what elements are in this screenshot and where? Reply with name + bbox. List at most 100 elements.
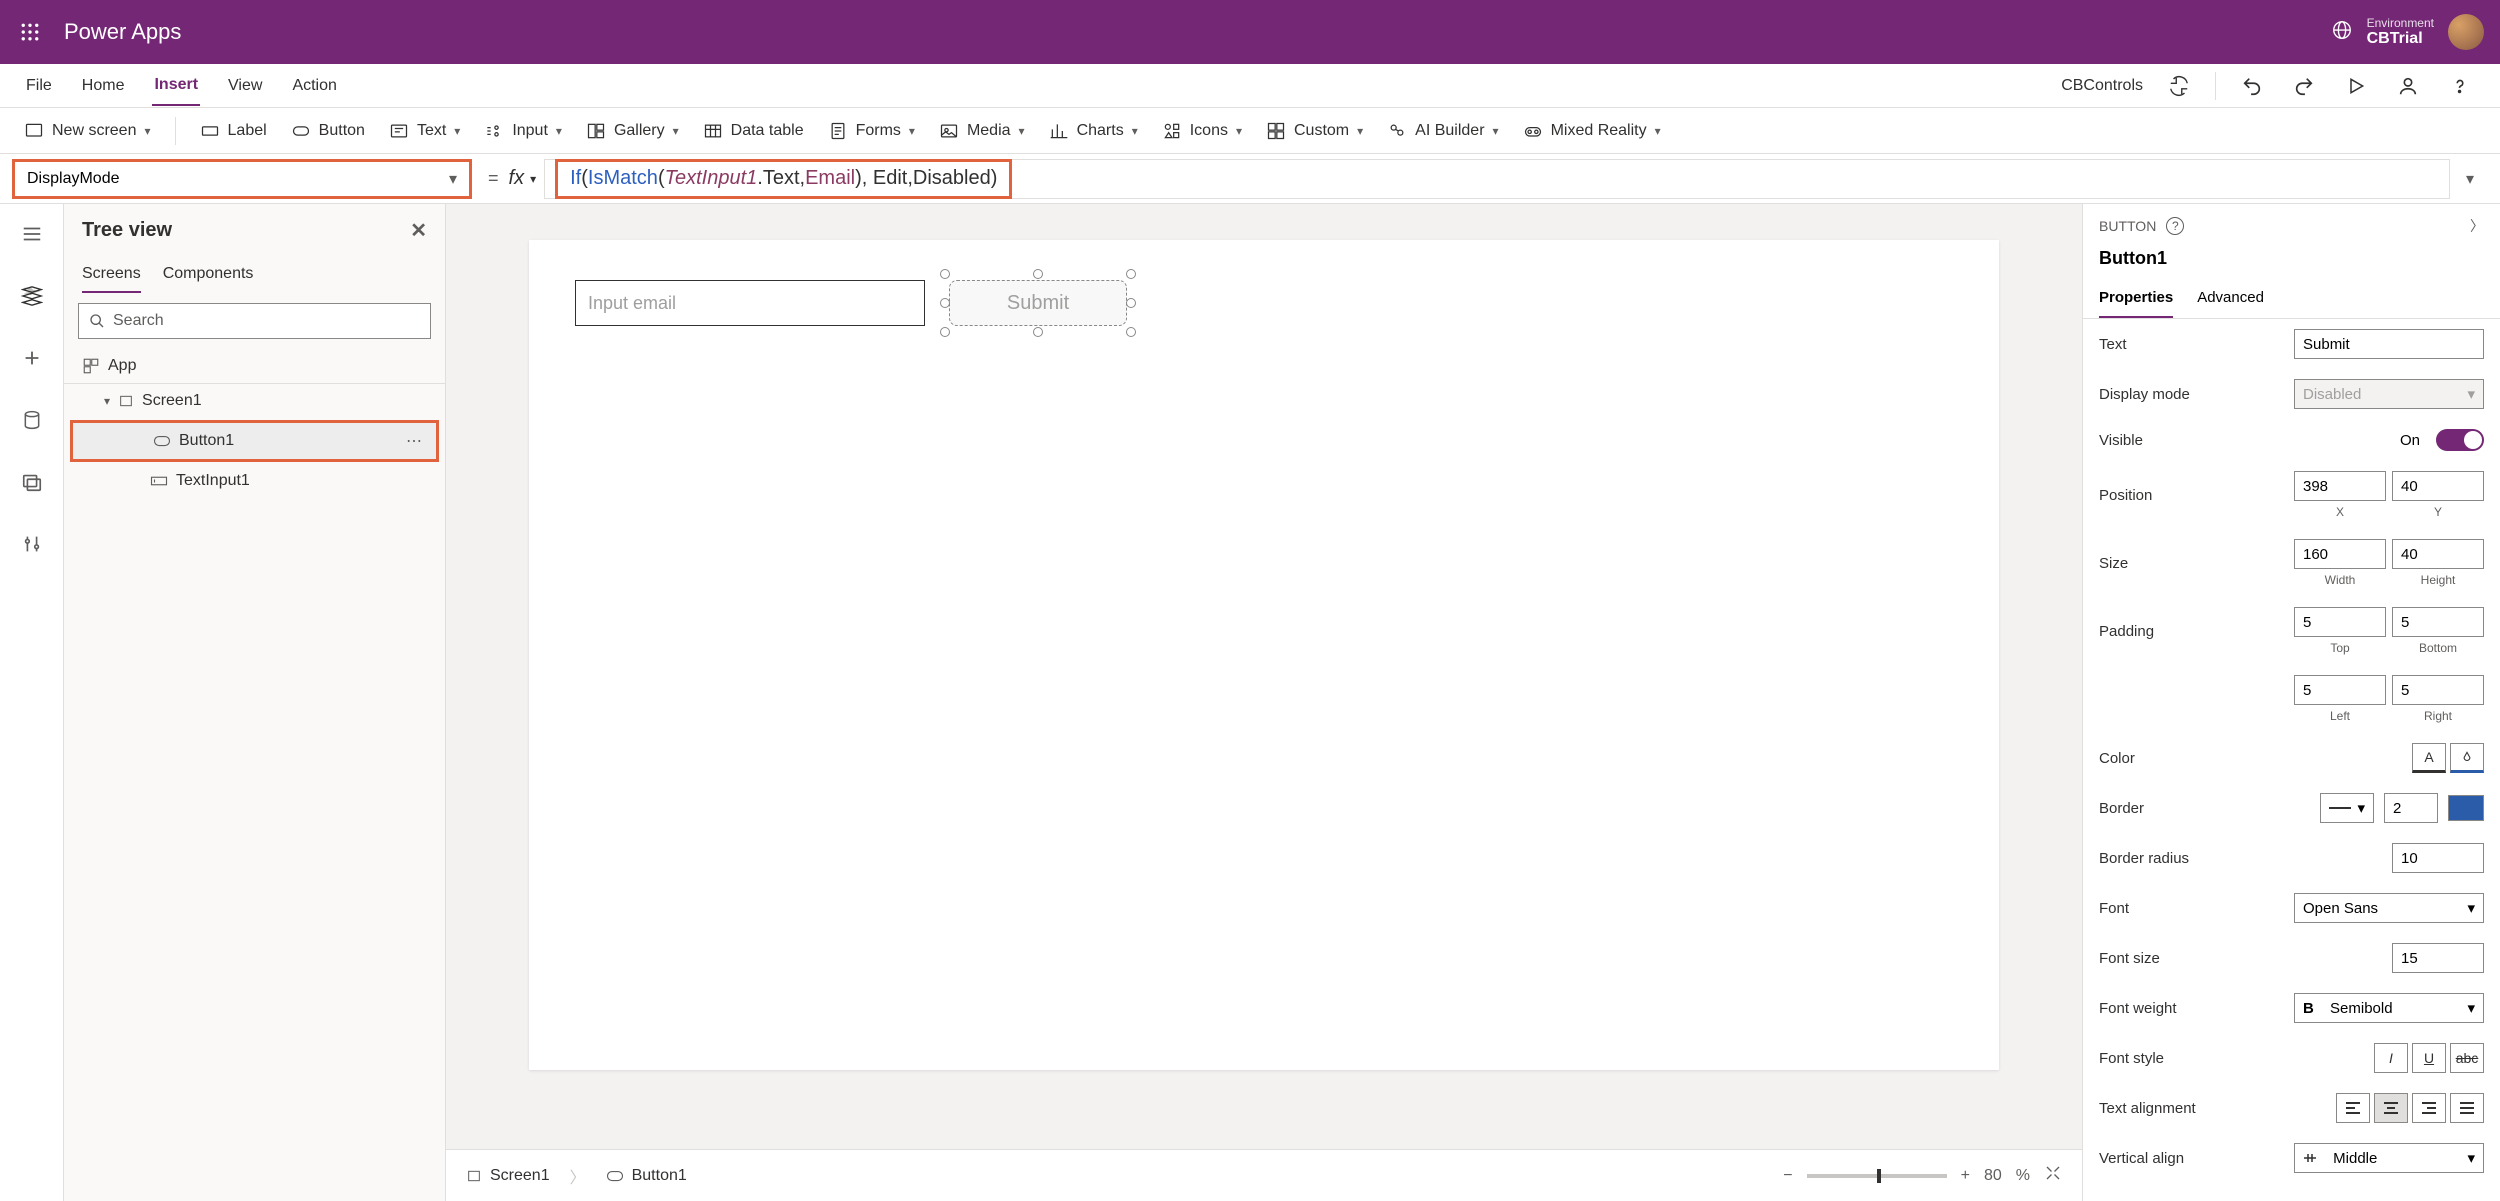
zoom-out-icon[interactable]: − (1783, 1167, 1792, 1185)
expand-formula-icon[interactable]: ▾ (2450, 169, 2490, 189)
menu-action[interactable]: Action (290, 67, 338, 105)
prop-position-x[interactable] (2294, 471, 2386, 501)
insert-aibuilder-button[interactable]: AI Builder▾ (1387, 121, 1498, 141)
share-icon[interactable] (2392, 70, 2424, 102)
expand-panel-icon[interactable]: 〉 (2470, 216, 2484, 236)
play-icon[interactable] (2340, 70, 2372, 102)
ribbon-forms: Forms (856, 122, 901, 140)
italic-button[interactable]: I (2374, 1043, 2408, 1073)
app-title: Power Apps (64, 19, 181, 45)
align-justify-button[interactable] (2450, 1093, 2484, 1123)
tab-advanced[interactable]: Advanced (2197, 279, 2264, 318)
email-input-control[interactable]: Input email (575, 280, 925, 326)
insert-mixedreality-button[interactable]: Mixed Reality▾ (1523, 121, 1661, 141)
redo-icon[interactable] (2288, 70, 2320, 102)
prop-valign-label: Vertical align (2099, 1150, 2284, 1167)
waffle-icon[interactable] (16, 18, 44, 46)
insert-icons-button[interactable]: Icons▾ (1162, 121, 1242, 141)
prop-padding-bottom[interactable] (2392, 607, 2484, 637)
submit-button-control[interactable]: Submit (949, 280, 1127, 326)
undo-icon[interactable] (2236, 70, 2268, 102)
fill-color-button[interactable] (2450, 743, 2484, 773)
fx-icon[interactable]: fx▾ (509, 167, 537, 190)
insert-input-button[interactable]: Input▾ (484, 121, 562, 141)
insert-text-button[interactable]: Text▾ (389, 121, 460, 141)
zoom-slider[interactable] (1807, 1174, 1947, 1178)
environment-icon[interactable] (2331, 19, 2353, 46)
font-weight-select[interactable]: B Semibold▾ (2294, 993, 2484, 1023)
fit-screen-icon[interactable] (2044, 1164, 2062, 1187)
app-checker-icon[interactable] (2163, 70, 2195, 102)
insert-button-button[interactable]: Button (291, 121, 365, 141)
font-size-input[interactable] (2392, 943, 2484, 973)
tree-item-screen1[interactable]: ▾ Screen1 (64, 384, 445, 418)
help-icon[interactable] (2444, 70, 2476, 102)
strike-button[interactable]: abc (2450, 1043, 2484, 1073)
breadcrumb-screen[interactable]: Screen1 (466, 1167, 550, 1185)
data-icon[interactable] (16, 404, 48, 436)
menu-view[interactable]: View (226, 67, 264, 105)
insert-label-button[interactable]: Label (200, 121, 267, 141)
tree-view-icon[interactable] (16, 280, 48, 312)
prop-visible-toggle[interactable] (2436, 429, 2484, 451)
font-color-button[interactable]: A (2412, 743, 2446, 773)
prop-size-width[interactable] (2294, 539, 2386, 569)
prop-position-y[interactable] (2392, 471, 2484, 501)
prop-padding-left[interactable] (2294, 675, 2386, 705)
insert-datatable-button[interactable]: Data table (703, 121, 804, 141)
new-screen-button[interactable]: New screen▾ (24, 121, 151, 141)
environment-picker[interactable]: Environment CBTrial (2367, 16, 2434, 48)
submit-label: Submit (1007, 292, 1069, 315)
prop-size-height[interactable] (2392, 539, 2484, 569)
prop-fontweight-label: Font weight (2099, 1000, 2284, 1017)
insert-custom-button[interactable]: Custom▾ (1266, 121, 1363, 141)
align-left-button[interactable] (2336, 1093, 2370, 1123)
chevron-down-icon: ▾ (2467, 385, 2475, 403)
tree-app-label: App (108, 357, 136, 375)
prop-text-input[interactable] (2294, 329, 2484, 359)
property-selector[interactable]: DisplayMode ▾ (12, 159, 472, 199)
menu-insert[interactable]: Insert (152, 66, 200, 106)
controls-set[interactable]: CBControls (2061, 77, 2143, 95)
tree-item-button1[interactable]: Button1 ⋯ (70, 420, 439, 462)
user-avatar[interactable] (2448, 14, 2484, 50)
formula-input[interactable]: If(IsMatch(TextInput1.Text, Email), Edit… (544, 159, 2450, 199)
tree-item-textinput1[interactable]: TextInput1 (64, 464, 445, 498)
tab-components[interactable]: Components (163, 257, 254, 293)
prop-textalign-label: Text alignment (2099, 1100, 2326, 1117)
border-radius-input[interactable] (2392, 843, 2484, 873)
prop-padding-right[interactable] (2392, 675, 2484, 705)
media-icon[interactable] (16, 466, 48, 498)
help-icon[interactable]: ? (2166, 217, 2184, 235)
insert-media-button[interactable]: Media▾ (939, 121, 1025, 141)
canvas[interactable]: Input email Submit (529, 240, 1999, 1070)
insert-gallery-button[interactable]: Gallery▾ (586, 121, 679, 141)
align-center-button[interactable] (2374, 1093, 2408, 1123)
font-select[interactable]: Open Sans▾ (2294, 893, 2484, 923)
breadcrumb-button[interactable]: Button1 (606, 1167, 687, 1185)
align-right-button[interactable] (2412, 1093, 2446, 1123)
border-width-input[interactable] (2384, 793, 2438, 823)
border-color-swatch[interactable] (2448, 795, 2484, 821)
underline-button[interactable]: U (2412, 1043, 2446, 1073)
new-screen-label: New screen (52, 122, 136, 140)
menu-file[interactable]: File (24, 67, 54, 105)
tab-properties[interactable]: Properties (2099, 279, 2173, 318)
zoom-in-icon[interactable]: + (1961, 1167, 1970, 1185)
prop-displaymode-select[interactable]: Disabled▾ (2294, 379, 2484, 409)
tree-item-app[interactable]: App (64, 349, 445, 383)
tab-screens[interactable]: Screens (82, 257, 141, 293)
insert-pane-icon[interactable] (16, 342, 48, 374)
ribbon-datatable: Data table (731, 122, 804, 140)
prop-padding-top[interactable] (2294, 607, 2386, 637)
border-style-select[interactable]: ▾ (2320, 793, 2374, 823)
insert-charts-button[interactable]: Charts▾ (1049, 121, 1138, 141)
valign-select[interactable]: Middle▾ (2294, 1143, 2484, 1173)
hamburger-icon[interactable] (16, 218, 48, 250)
close-icon[interactable]: ✕ (410, 218, 427, 243)
advanced-tools-icon[interactable] (16, 528, 48, 560)
more-icon[interactable]: ⋯ (406, 431, 422, 451)
menu-home[interactable]: Home (80, 67, 127, 105)
search-input[interactable]: Search (78, 303, 431, 339)
insert-forms-button[interactable]: Forms▾ (828, 121, 915, 141)
